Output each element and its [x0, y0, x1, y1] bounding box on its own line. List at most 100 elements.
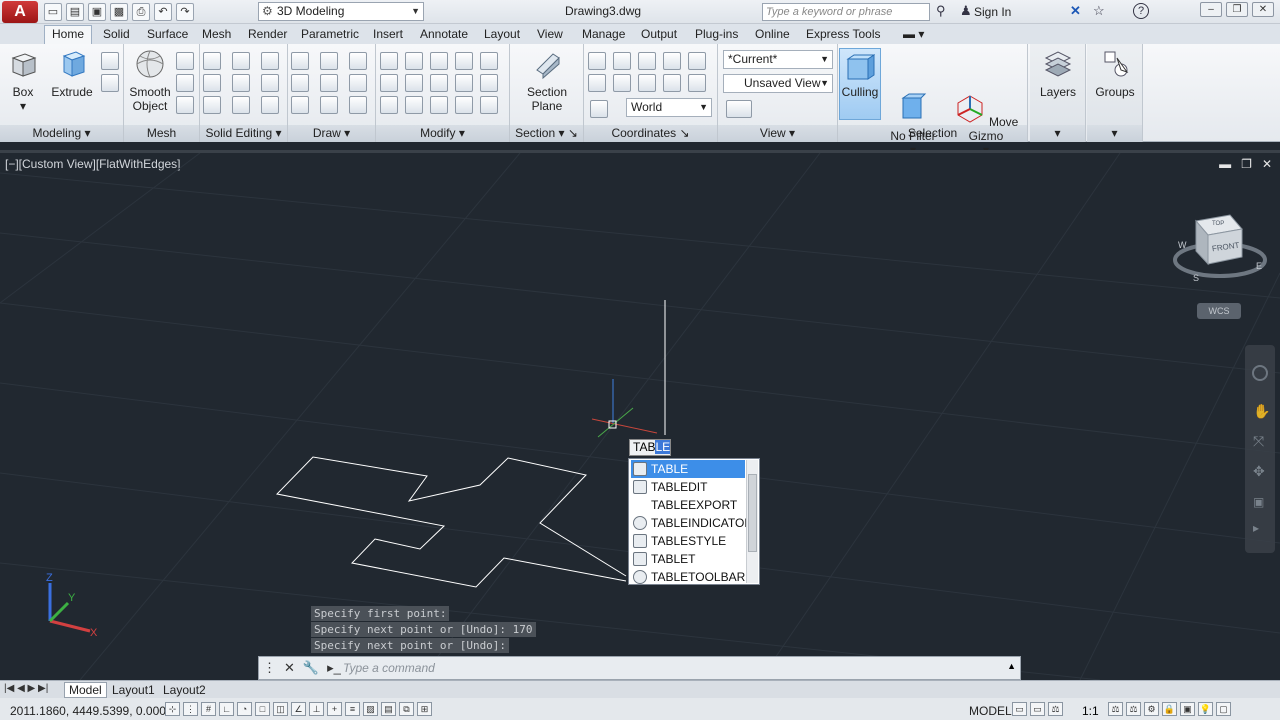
restore-icon[interactable]: ❐	[1226, 2, 1248, 17]
application-menu-button[interactable]: A	[2, 1, 38, 23]
navbar-customize-icon[interactable]: ▸	[1253, 521, 1259, 535]
line-icon[interactable]	[320, 74, 338, 92]
scale-icon[interactable]	[380, 52, 398, 70]
autocomplete-item[interactable]: TABLEEXPORT	[631, 496, 745, 514]
otrack-icon[interactable]: ∠	[291, 702, 306, 716]
autocomplete-item[interactable]: TABLEINDICATOR	[631, 514, 753, 532]
panel-toggle-icon[interactable]: ▬ ▾	[903, 27, 924, 41]
ucs-view-icon[interactable]	[638, 52, 656, 70]
ucs-3point-icon[interactable]	[663, 74, 681, 92]
layout-nav-icons[interactable]: |◀ ◀ ▶ ▶|	[4, 683, 48, 694]
dynamic-input-field[interactable]: TABLE	[629, 439, 671, 456]
lineweight-icon[interactable]: ≡	[345, 702, 360, 716]
minimize-icon[interactable]: –	[1200, 2, 1222, 17]
panel-title-mesh[interactable]: Mesh	[124, 125, 199, 142]
visual-style-dropdown[interactable]: *Current* ▼	[723, 50, 833, 69]
intersect-icon[interactable]	[203, 96, 221, 114]
autocomplete-item[interactable]: TABLEDIT	[631, 478, 745, 496]
ucs-x-icon[interactable]	[613, 52, 631, 70]
box-button[interactable]: Box ▾	[6, 48, 40, 113]
wcs-menu[interactable]: WCS	[1197, 303, 1241, 319]
auto-scale-icon[interactable]: ⚖	[1126, 702, 1141, 716]
extrude-button[interactable]: Extrude	[50, 48, 94, 99]
array-icon[interactable]	[455, 74, 473, 92]
slice-icon[interactable]	[232, 96, 250, 114]
selection-cycling-icon[interactable]: ⧉	[399, 702, 414, 716]
move-gizmo-button[interactable]: Move Gizmo▾	[950, 92, 1022, 157]
workspace-switch-icon[interactable]: ⚙	[1144, 702, 1159, 716]
drawn-polyline[interactable]	[275, 456, 627, 588]
steering-wheel-icon[interactable]	[1252, 365, 1268, 381]
quick-view-drawings-icon[interactable]: ▭	[1030, 702, 1045, 716]
hardware-acceleration-icon[interactable]: ▣	[1180, 702, 1195, 716]
tab-model[interactable]: Model	[64, 682, 107, 698]
annotation-scale-value[interactable]: 1:1	[1082, 704, 1099, 718]
layers-expand[interactable]: ▾	[1030, 125, 1085, 142]
viewport-config-icon[interactable]	[726, 100, 752, 118]
annotation-scale-icon[interactable]: ⚖	[1048, 702, 1063, 716]
autocomplete-scrollbar[interactable]	[746, 460, 758, 583]
rectangle-icon[interactable]	[320, 96, 338, 114]
extract-edges-icon[interactable]	[261, 52, 279, 70]
region-icon[interactable]	[349, 96, 367, 114]
mirror-icon[interactable]	[455, 96, 473, 114]
scrollbar-thumb[interactable]	[748, 474, 757, 552]
polyline-icon[interactable]	[291, 52, 309, 70]
infer-constraints-icon[interactable]: ⊹	[165, 702, 180, 716]
ucs-icon[interactable]	[588, 52, 606, 70]
open-icon[interactable]: ▤	[66, 3, 84, 21]
drawing-canvas[interactable]: Z Y X FRONT TOP W S E	[0, 153, 1280, 680]
culling-button[interactable]: Culling	[839, 48, 881, 120]
tab-view[interactable]: View	[537, 27, 563, 41]
union-icon[interactable]	[203, 52, 221, 70]
tab-render[interactable]: Render	[248, 27, 287, 41]
clean-screen-icon[interactable]: ▢	[1216, 702, 1231, 716]
tab-output[interactable]: Output	[641, 27, 677, 41]
grip-icon[interactable]: ⋮	[263, 660, 276, 676]
offset-icon[interactable]	[380, 74, 398, 92]
tab-layout[interactable]: Layout	[484, 27, 520, 41]
chevron-up-icon[interactable]: ▲	[1007, 661, 1016, 671]
extrude-faces-icon[interactable]	[261, 74, 279, 92]
move-icon[interactable]	[430, 52, 448, 70]
ucs-dropdown[interactable]: World ▼	[626, 98, 712, 117]
undo-icon[interactable]: ↶	[154, 3, 172, 21]
toolbar-lock-icon[interactable]: 🔒	[1162, 702, 1177, 716]
trim-icon[interactable]	[455, 52, 473, 70]
ucs-previous-icon[interactable]	[688, 74, 706, 92]
snap-icon[interactable]: ⋮	[183, 702, 198, 716]
binoculars-icon[interactable]: ⚲	[936, 3, 946, 19]
ucs-z-axis-icon[interactable]	[638, 74, 656, 92]
isolate-objects-icon[interactable]: 💡	[1198, 702, 1213, 716]
save-icon[interactable]: ▣	[88, 3, 106, 21]
polar-icon[interactable]: ◔	[237, 702, 252, 716]
rotate-icon[interactable]	[430, 74, 448, 92]
panel-title-draw[interactable]: Draw ▾	[288, 125, 375, 142]
no-filter-button[interactable]: No Filter▾	[888, 92, 938, 157]
pan-icon[interactable]: ✋	[1253, 403, 1270, 420]
copy-icon[interactable]	[430, 96, 448, 114]
orbit-icon[interactable]: ✥	[1253, 463, 1265, 480]
quick-view-layouts-icon[interactable]: ▭	[1012, 702, 1027, 716]
panel-title-view[interactable]: View ▾	[718, 125, 837, 142]
panel-title-modify[interactable]: Modify ▾	[376, 125, 509, 142]
model-space-toggle[interactable]: MODEL	[969, 704, 1012, 718]
showmotion-icon[interactable]: ▣	[1253, 495, 1264, 509]
spline-icon[interactable]	[291, 74, 309, 92]
mesh-smooth-less-icon[interactable]	[176, 74, 194, 92]
exchange-icon[interactable]: ✕	[1070, 3, 1081, 19]
save-as-icon[interactable]: ▩	[110, 3, 128, 21]
arc-icon[interactable]	[320, 52, 338, 70]
ucs-y-icon[interactable]	[613, 74, 631, 92]
wrench-icon[interactable]: 🔧	[303, 660, 319, 676]
tab-surface[interactable]: Surface	[147, 27, 188, 41]
panel-title-section[interactable]: Section ▾ ↘	[510, 125, 583, 142]
print-icon[interactable]: ⎙	[132, 3, 150, 21]
ortho-icon[interactable]: ∟	[219, 702, 234, 716]
redo-icon[interactable]: ↷	[176, 3, 194, 21]
ducs-icon[interactable]: ⊥	[309, 702, 324, 716]
prompt-icon[interactable]: ▸_	[327, 660, 341, 676]
smooth-object-button[interactable]: Smooth Object	[128, 48, 172, 113]
autocomplete-item[interactable]: TABLESTYLE	[631, 532, 745, 550]
sign-in-button[interactable]: Sign In	[974, 5, 1011, 19]
